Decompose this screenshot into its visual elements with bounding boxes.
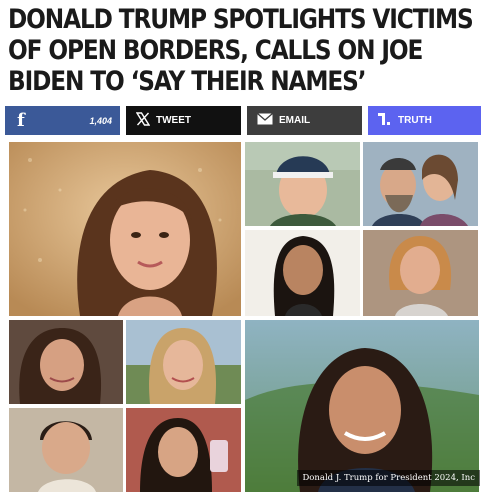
tweet-label: TWEET: [156, 115, 191, 126]
truth-label: TRUTH: [398, 115, 432, 126]
article-headline: DONALD TRUMP SPOTLIGHTS VICTIMS OF OPEN …: [8, 4, 474, 97]
victim-photo-8: [9, 408, 123, 492]
envelope-icon: [257, 113, 273, 128]
victim-photo-7: [126, 320, 241, 404]
x-logo-icon: [135, 112, 151, 129]
victim-photo-10: [245, 320, 479, 492]
victim-photo-9: [126, 408, 241, 492]
photo-credit-caption: Donald J. Trump for President 2024, Inc: [297, 470, 480, 486]
facebook-share-count: 1,404: [89, 115, 112, 126]
facebook-icon: f: [17, 110, 25, 131]
share-bar: f 1,404 TWEET EMAIL TRUTH: [5, 106, 481, 135]
email-label: EMAIL: [279, 115, 311, 126]
facebook-share-button[interactable]: f 1,404: [5, 106, 120, 135]
victim-photo-3: [363, 142, 478, 226]
victim-photo-5: [363, 230, 478, 316]
tweet-button[interactable]: TWEET: [126, 106, 241, 135]
truth-social-share-button[interactable]: TRUTH: [368, 106, 481, 135]
truth-social-icon: [378, 112, 392, 129]
victim-photo-2: [245, 142, 360, 226]
email-share-button[interactable]: EMAIL: [247, 106, 362, 135]
victims-photo-collage: Donald J. Trump for President 2024, Inc: [0, 140, 488, 494]
victim-photo-4: [245, 230, 360, 316]
victim-photo-6: [9, 320, 123, 404]
victim-photo-1: [9, 142, 241, 316]
